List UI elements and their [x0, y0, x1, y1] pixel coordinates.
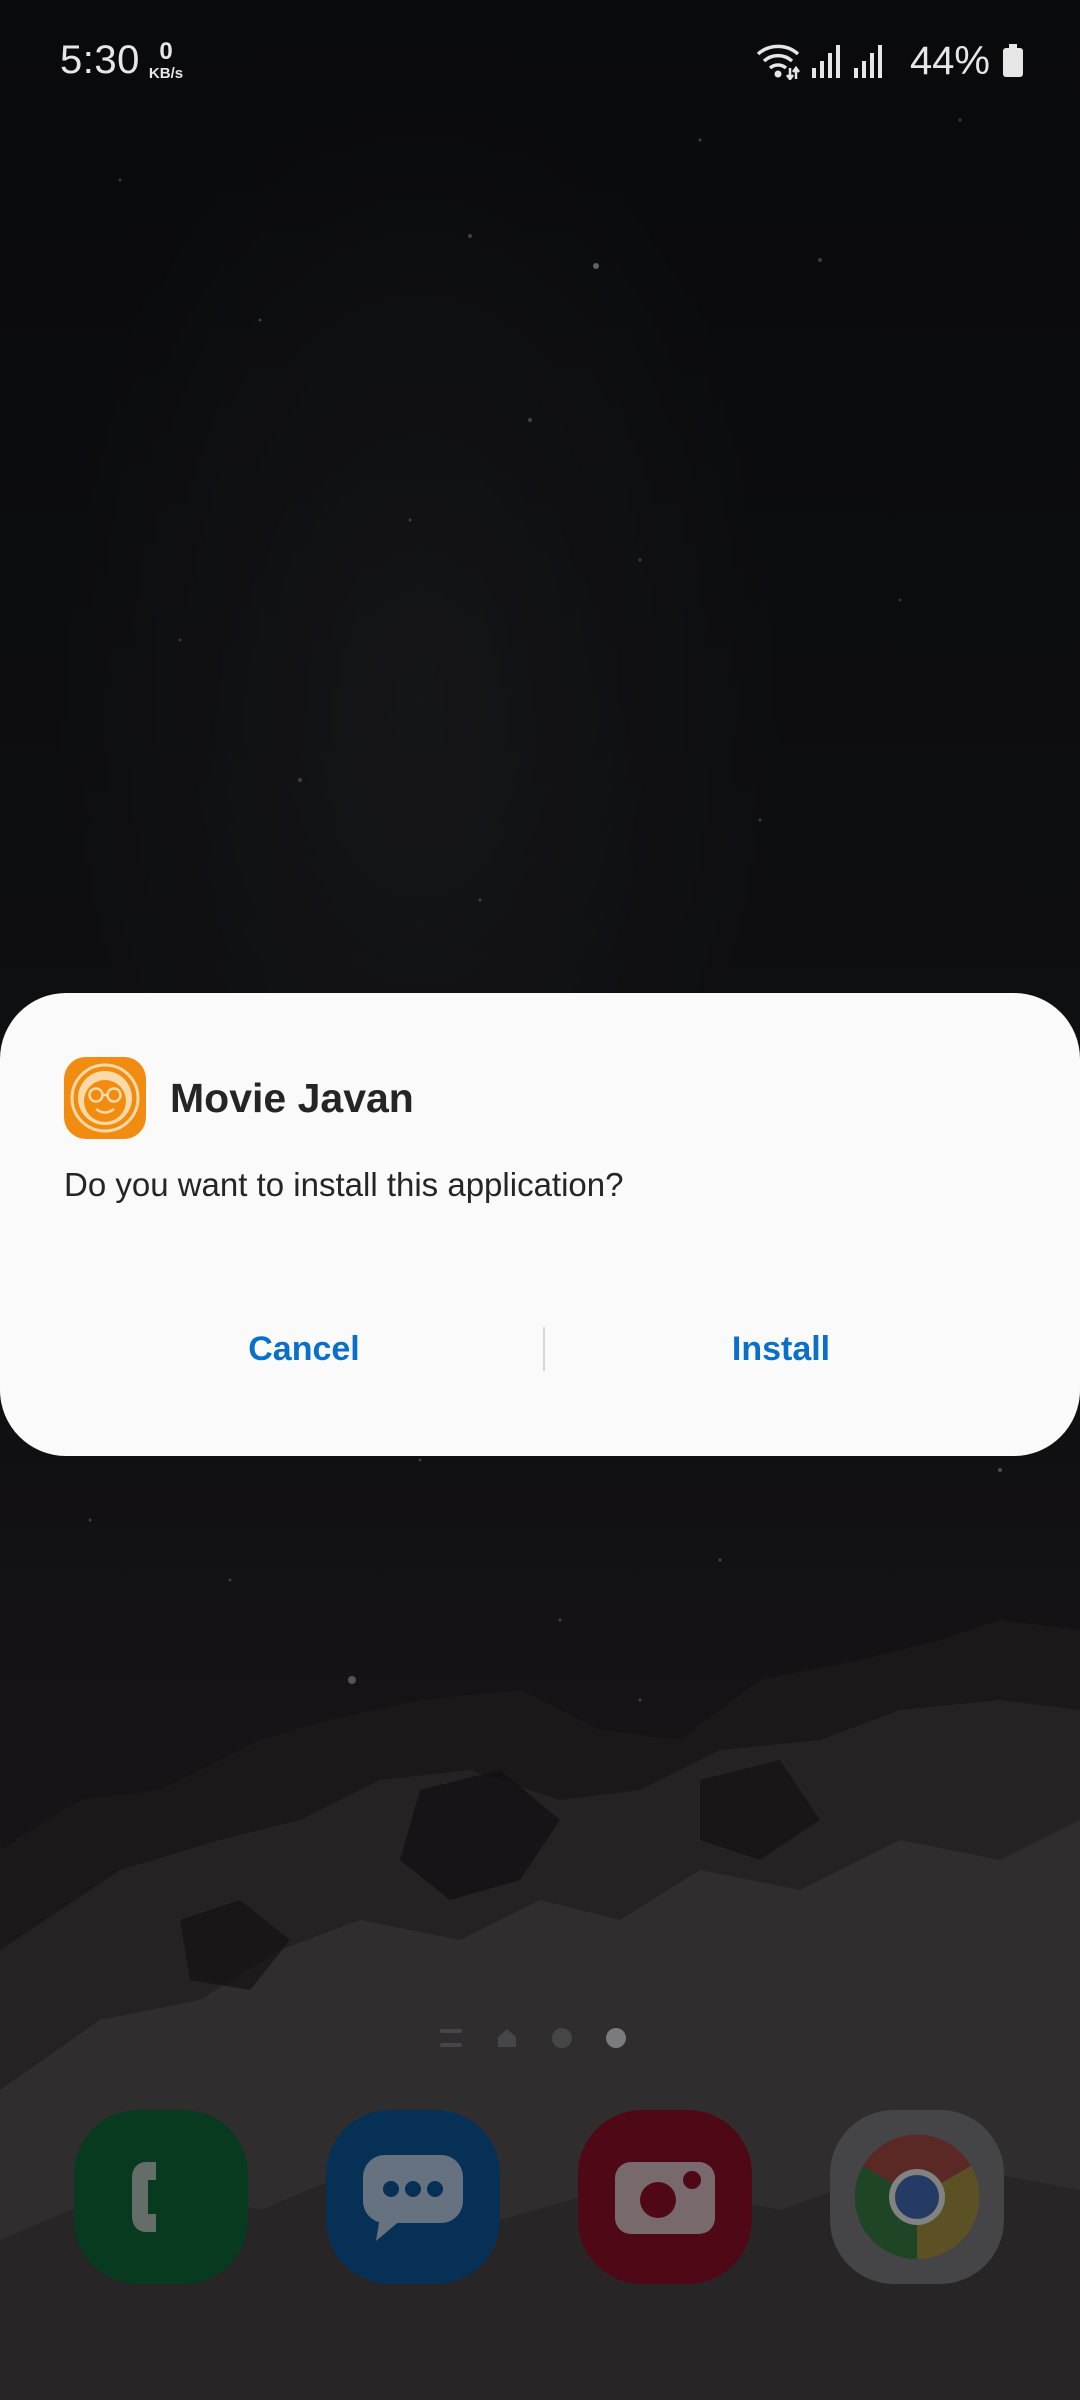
install-button[interactable]: Install: [541, 1299, 1021, 1399]
network-speed: 0 KB/s: [146, 38, 186, 82]
dialog-message: Do you want to install this application?: [64, 1166, 624, 1203]
signal-sim2-icon: [853, 44, 884, 78]
movie-javan-app-icon: [64, 1057, 146, 1139]
dialog-header: Movie Javan: [64, 1057, 414, 1139]
network-speed-unit: KB/s: [148, 65, 184, 82]
cancel-button[interactable]: Cancel: [64, 1299, 544, 1399]
status-time: 5:30: [60, 38, 140, 82]
status-icons: 44%: [756, 36, 1024, 86]
signal-sim1-icon: [811, 44, 842, 78]
install-dialog: Movie Javan Do you want to install this …: [0, 993, 1080, 1456]
home-screen: 5:30 0 KB/s 44% Movie Javan Do you want …: [0, 0, 1080, 2400]
battery-icon: [1002, 44, 1024, 78]
dialog-app-name: Movie Javan: [170, 1074, 414, 1121]
network-speed-value: 0: [159, 38, 173, 65]
battery-percent: 44%: [909, 38, 990, 83]
dialog-actions: Cancel Install: [0, 1299, 1080, 1399]
status-bar: 5:30 0 KB/s 44%: [0, 0, 1080, 125]
wifi-icon: [756, 42, 800, 80]
